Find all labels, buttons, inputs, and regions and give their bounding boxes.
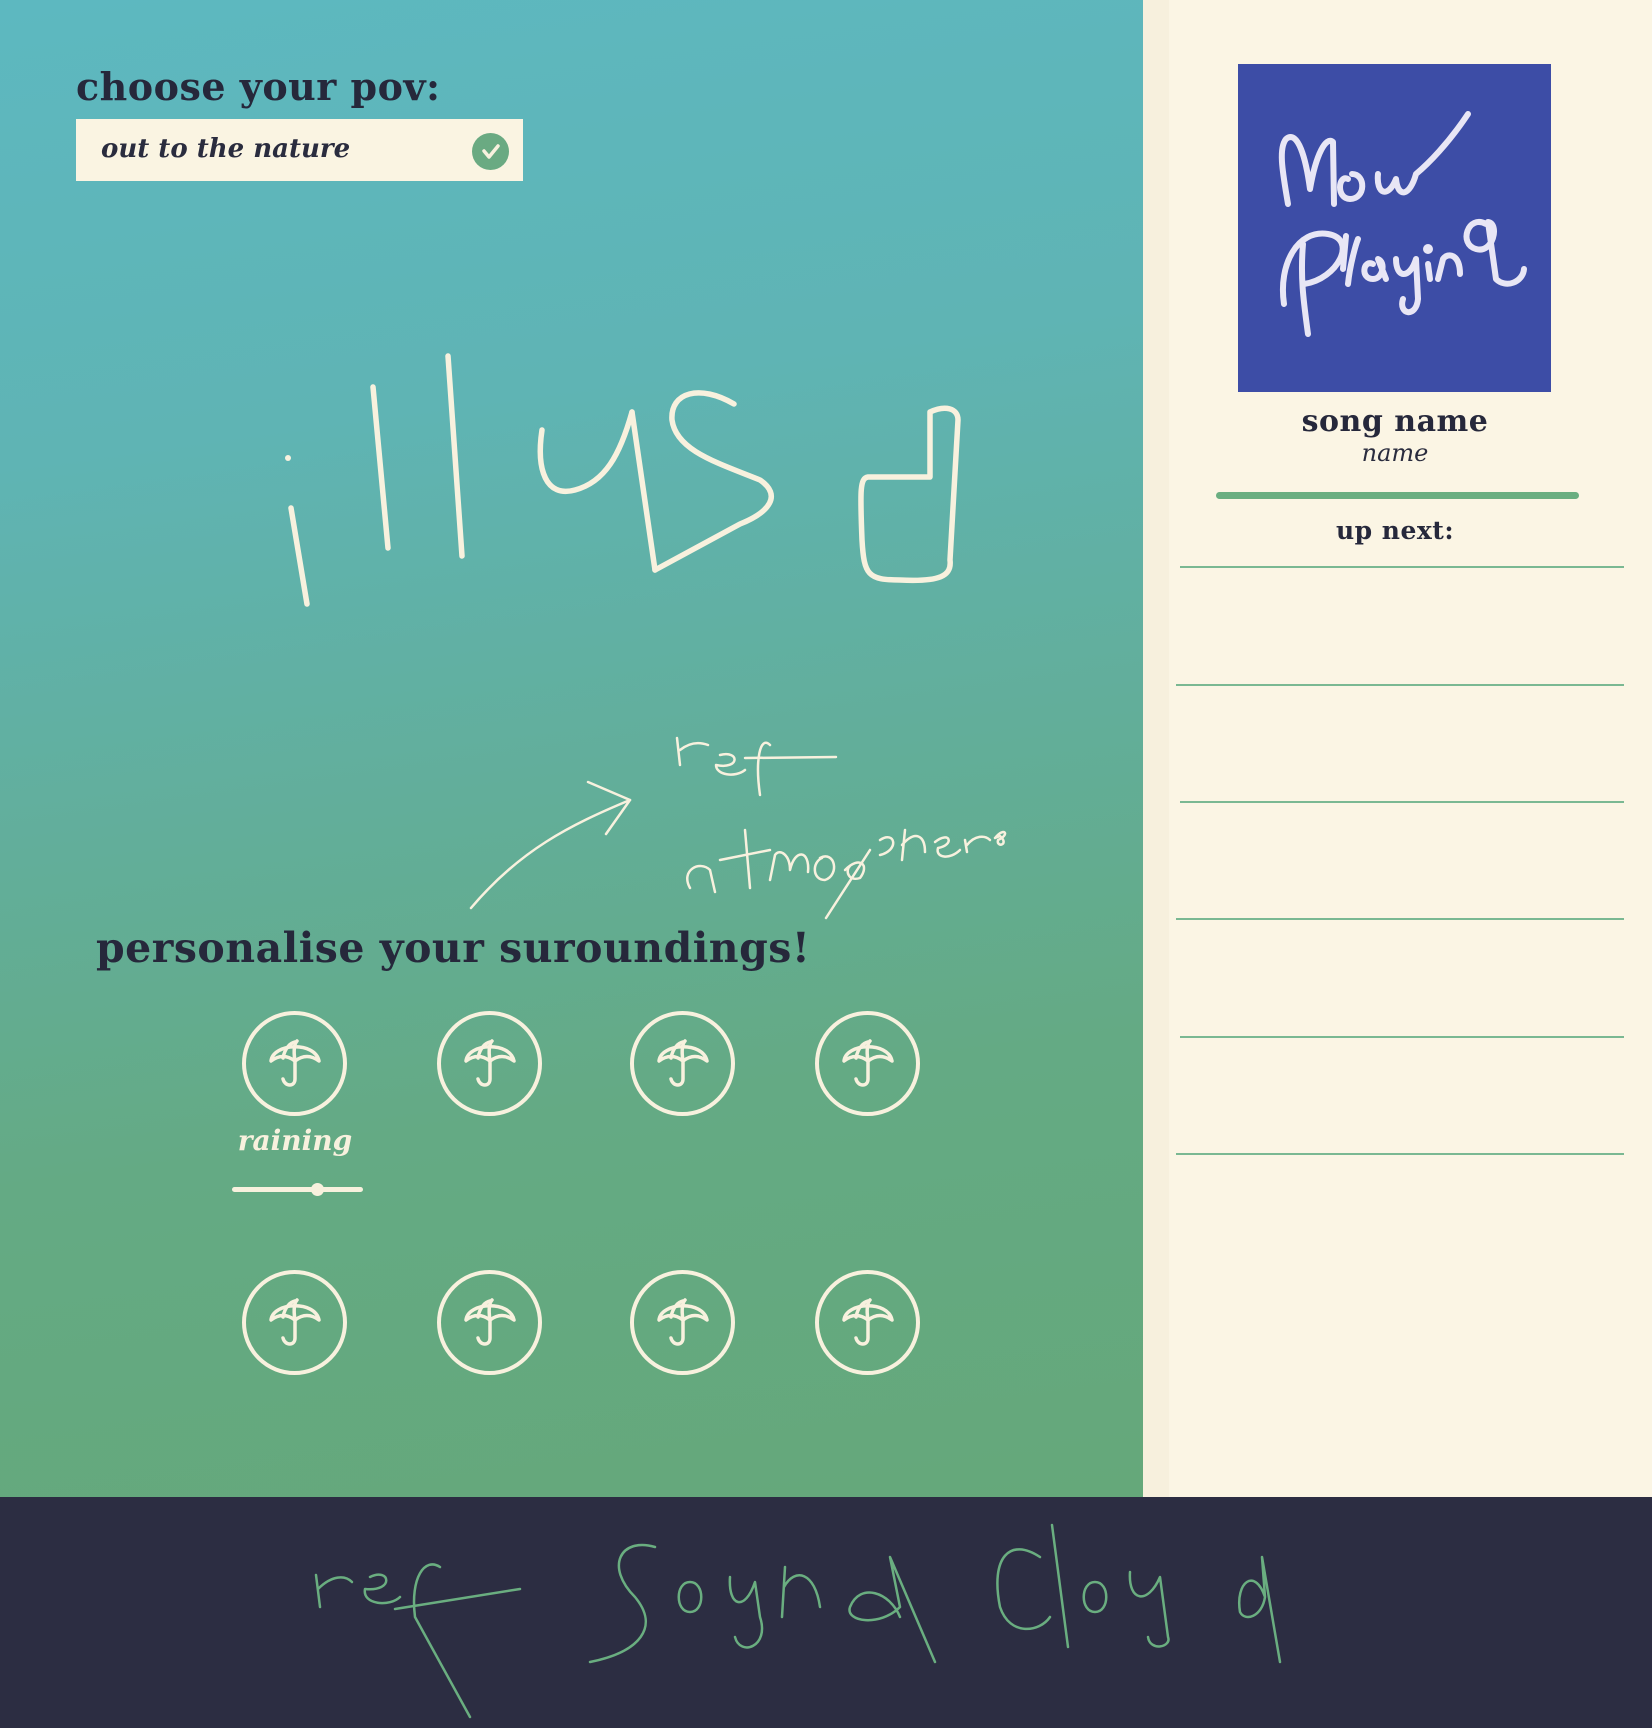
- volume-track: [232, 1187, 363, 1192]
- umbrella-icon: [464, 1298, 516, 1346]
- pov-selected-value: out to the nature: [101, 134, 351, 164]
- umbrella-icon: [657, 1298, 709, 1346]
- up-next-title: up next:: [1335, 516, 1455, 545]
- up-next-item[interactable]: [1178, 921, 1625, 1033]
- album-art: [1238, 64, 1551, 392]
- queue-divider: [1176, 684, 1624, 686]
- up-next-item[interactable]: [1178, 569, 1625, 681]
- umbrella-icon: [842, 1298, 894, 1346]
- sound-button-3[interactable]: [630, 1011, 735, 1116]
- pov-title: choose your pov:: [76, 64, 441, 109]
- sound-button-8[interactable]: [815, 1270, 920, 1375]
- up-next-item[interactable]: [1178, 804, 1625, 915]
- sound-button-1[interactable]: [242, 1011, 347, 1116]
- up-next-item[interactable]: [1178, 687, 1625, 798]
- up-next-item[interactable]: [1178, 1039, 1625, 1150]
- umbrella-icon: [464, 1039, 516, 1087]
- footer-bar: [0, 1497, 1652, 1728]
- sound-button-4[interactable]: [815, 1011, 920, 1116]
- main-panel: [0, 0, 1143, 1497]
- song-title: song name: [1301, 404, 1489, 439]
- song-artist: name: [1361, 439, 1429, 467]
- umbrella-icon: [657, 1039, 709, 1087]
- queue-divider: [1176, 1153, 1624, 1155]
- sound-button-6[interactable]: [437, 1270, 542, 1375]
- queue-divider: [1180, 801, 1624, 803]
- check-circle-icon[interactable]: [472, 133, 509, 170]
- surroundings-title: personalise your suroundings!: [96, 924, 811, 972]
- sidebar-edge: [1143, 0, 1169, 1500]
- sound-label-raining: raining: [237, 1124, 353, 1157]
- queue-divider: [1176, 918, 1624, 920]
- raining-volume-slider[interactable]: [232, 1180, 363, 1200]
- now-playing-handwriting: [1278, 111, 1527, 337]
- umbrella-icon: [842, 1039, 894, 1087]
- sound-button-5[interactable]: [242, 1270, 347, 1375]
- sound-button-7[interactable]: [630, 1270, 735, 1375]
- pov-dropdown[interactable]: out to the nature: [76, 119, 523, 181]
- umbrella-icon: [269, 1039, 321, 1087]
- umbrella-icon: [269, 1298, 321, 1346]
- sound-button-2[interactable]: [437, 1011, 542, 1116]
- queue-divider: [1180, 1036, 1624, 1038]
- song-progress-fill: [1216, 492, 1579, 499]
- volume-thumb[interactable]: [311, 1183, 325, 1196]
- song-progress-bar[interactable]: [1216, 492, 1579, 499]
- queue-divider: [1180, 566, 1624, 568]
